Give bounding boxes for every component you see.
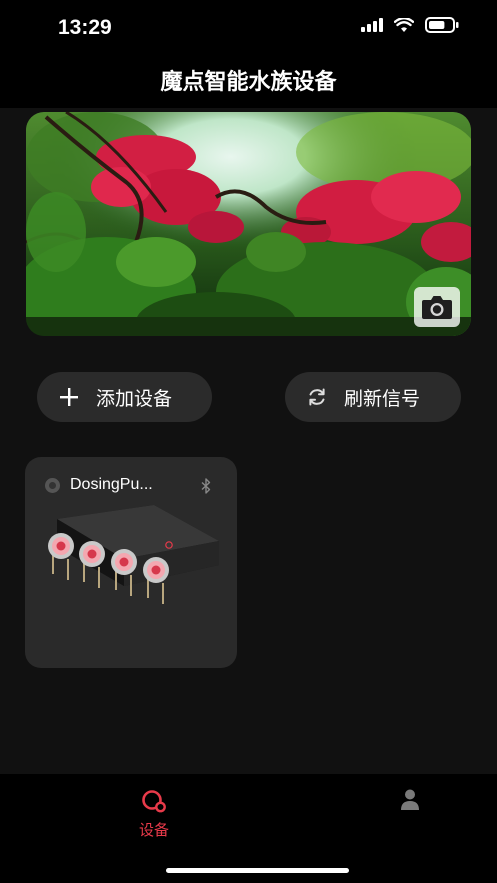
refresh-signal-label: 刷新信号 — [344, 388, 421, 410]
power-status-icon — [45, 478, 60, 493]
battery-icon — [425, 17, 459, 33]
header: 魔点智能水族设备 — [0, 56, 497, 108]
tab-profile[interactable] — [380, 788, 440, 817]
bluetooth-icon — [201, 478, 211, 494]
tab-devices[interactable]: 设备 — [124, 788, 184, 840]
aquarium-photo — [26, 112, 471, 336]
add-device-button[interactable]: 添加设备 — [37, 372, 212, 422]
add-device-label: 添加设备 — [96, 388, 173, 410]
status-bar: 13:29 — [0, 0, 497, 56]
status-time: 13:29 — [58, 16, 112, 39]
signal-icon — [361, 18, 383, 32]
device-card[interactable]: DosingPu... — [25, 457, 237, 668]
wifi-icon — [394, 17, 414, 32]
device-name: DosingPu... — [70, 476, 153, 493]
camera-button[interactable] — [414, 287, 460, 327]
refresh-signal-button[interactable]: 刷新信号 — [285, 372, 461, 422]
home-indicator — [166, 868, 349, 873]
camera-icon — [422, 296, 452, 319]
devices-icon — [142, 790, 166, 813]
page-title: 魔点智能水族设备 — [160, 69, 337, 94]
tab-bar: 设备 — [0, 774, 497, 883]
tab-devices-label: 设备 — [138, 822, 169, 839]
plus-icon — [58, 386, 80, 408]
profile-icon — [401, 789, 419, 810]
status-icons — [361, 17, 459, 33]
refresh-icon — [306, 386, 328, 408]
aquarium-banner[interactable] — [26, 112, 471, 336]
dosing-pump-image — [48, 505, 219, 604]
